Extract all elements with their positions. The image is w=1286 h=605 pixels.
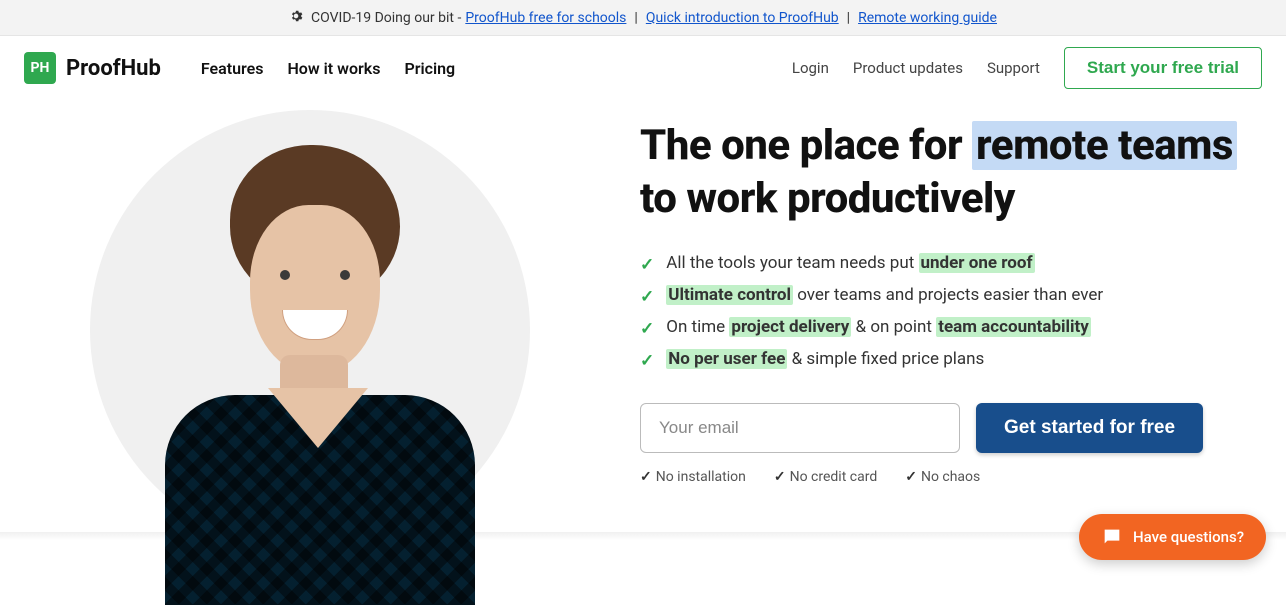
secondary-nav: Login Product updates Support Start your… [792, 47, 1262, 89]
hero-headline: The one place for remote teams to work p… [640, 120, 1246, 225]
check-icon: ✓ [774, 469, 786, 485]
bullet-item: ✓ Ultimate control over teams and projec… [640, 285, 1246, 307]
nav-login[interactable]: Login [792, 59, 829, 77]
bullet-text: On time project delivery & on point team… [666, 317, 1091, 337]
get-started-button[interactable]: Get started for free [976, 403, 1203, 453]
sub-bullets: ✓No installation ✓No credit card ✓No cha… [640, 469, 1246, 485]
primary-nav-links: Features How it works Pricing [201, 59, 455, 78]
nav-pricing[interactable]: Pricing [404, 59, 455, 78]
hero-image [40, 110, 600, 570]
sub-bullet: ✓No chaos [905, 469, 980, 485]
announcement-link-intro[interactable]: Quick introduction to ProofHub [646, 10, 839, 26]
nav-support[interactable]: Support [987, 59, 1040, 77]
check-icon: ✓ [640, 319, 654, 339]
announcement-link-remote[interactable]: Remote working guide [858, 10, 997, 26]
bullet-item: ✓ On time project delivery & on point te… [640, 317, 1246, 339]
headline-highlight: remote teams [972, 121, 1237, 170]
hero-content: The one place for remote teams to work p… [600, 110, 1246, 570]
bullet-item: ✓ All the tools your team needs put unde… [640, 253, 1246, 275]
gear-icon [289, 9, 303, 27]
check-icon: ✓ [905, 469, 917, 485]
chat-widget[interactable]: Have questions? [1079, 514, 1266, 560]
logo-mark: PH [24, 52, 56, 84]
check-icon: ✓ [640, 469, 652, 485]
announcement-link-schools[interactable]: ProofHub free for schools [465, 10, 626, 26]
announcement-bar: COVID-19 Doing our bit - ProofHub free f… [0, 0, 1286, 36]
start-trial-button[interactable]: Start your free trial [1064, 47, 1262, 89]
check-icon: ✓ [640, 351, 654, 371]
announcement-text: COVID-19 Doing our bit - [311, 10, 461, 26]
logo[interactable]: PH ProofHub [24, 52, 161, 84]
feature-bullets: ✓ All the tools your team needs put unde… [640, 253, 1246, 371]
logo-text: ProofHub [66, 56, 161, 81]
signup-form: Get started for free [640, 403, 1246, 453]
sub-bullet: ✓No installation [640, 469, 746, 485]
main-nav: PH ProofHub Features How it works Pricin… [0, 36, 1286, 100]
bullet-item: ✓ No per user fee & simple fixed price p… [640, 349, 1246, 371]
person-illustration [120, 130, 520, 570]
bullet-text: Ultimate control over teams and projects… [666, 285, 1103, 305]
check-icon: ✓ [640, 255, 654, 275]
bullet-text: All the tools your team needs put under … [666, 253, 1034, 273]
separator: | [847, 10, 850, 26]
chat-label: Have questions? [1133, 528, 1244, 546]
headline-post: to work productively [640, 174, 1015, 223]
check-icon: ✓ [640, 287, 654, 307]
hero-section: The one place for remote teams to work p… [0, 100, 1286, 570]
email-input[interactable] [640, 403, 960, 453]
nav-product-updates[interactable]: Product updates [853, 59, 963, 77]
chat-icon [1101, 526, 1123, 548]
sub-bullet: ✓No credit card [774, 469, 877, 485]
nav-features[interactable]: Features [201, 59, 264, 78]
headline-pre: The one place for [640, 121, 972, 170]
nav-how-it-works[interactable]: How it works [287, 59, 380, 78]
bullet-text: No per user fee & simple fixed price pla… [666, 349, 984, 369]
separator: | [634, 10, 637, 26]
